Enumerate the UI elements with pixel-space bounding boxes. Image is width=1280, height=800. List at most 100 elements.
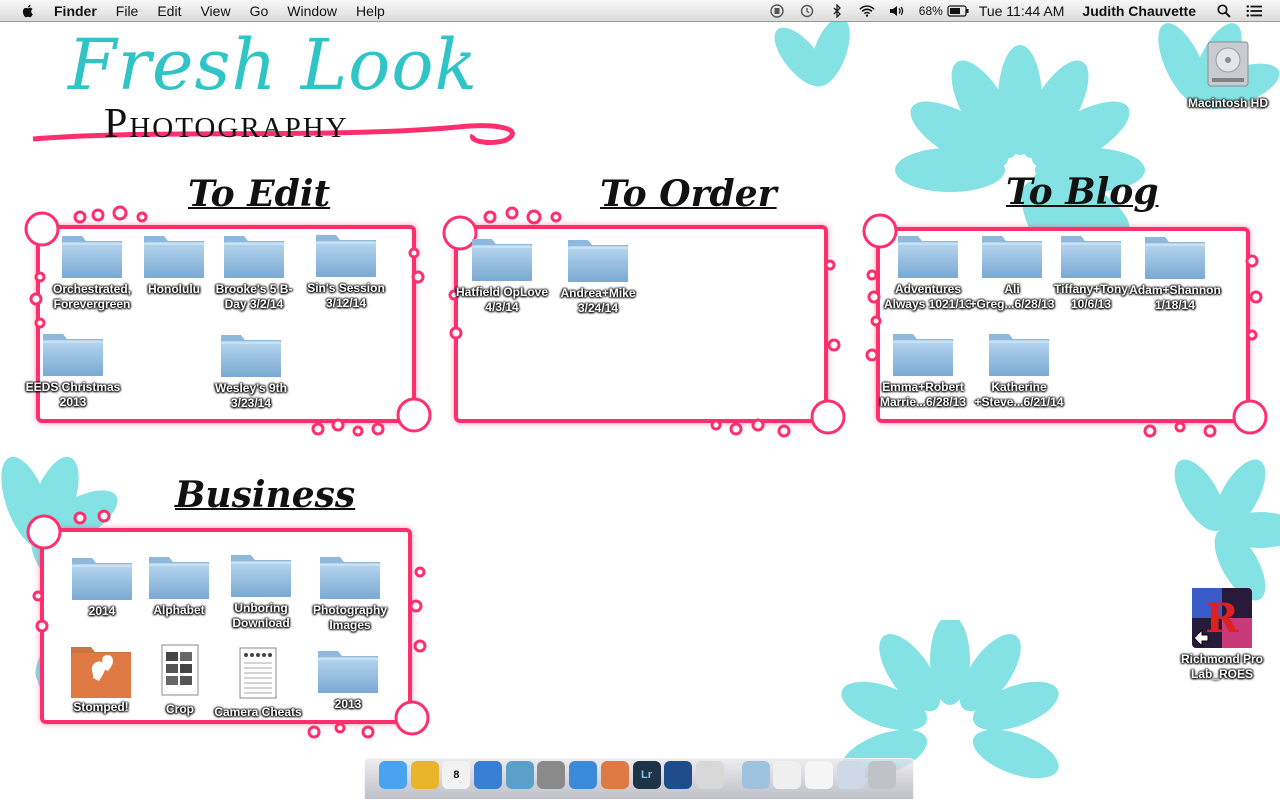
icon-label: Photography Images bbox=[313, 603, 387, 632]
icon-label: Sin's Session 3/12/14 bbox=[307, 281, 385, 310]
folder-2013[interactable]: 2013 bbox=[300, 643, 396, 712]
folder-icon bbox=[987, 326, 1051, 378]
chrome-icon[interactable] bbox=[410, 761, 439, 789]
folder-icon bbox=[316, 643, 380, 695]
folder-icon bbox=[980, 228, 1044, 280]
time-machine-icon[interactable] bbox=[799, 3, 815, 19]
folder-unboring-download[interactable]: Unboring Download bbox=[213, 547, 309, 631]
hard-drive-icon bbox=[1207, 41, 1249, 87]
icon-label: Brooke's 5 B- Day 3/2/14 bbox=[215, 282, 293, 311]
folder-icon bbox=[566, 232, 630, 284]
app-richmond-pro-lab-roes[interactable]: R Richmond Pro Lab_ROES bbox=[1174, 586, 1270, 682]
richmond-pro-lab-icon: R bbox=[1192, 588, 1252, 648]
folder-photography-images[interactable]: Photography Images bbox=[302, 549, 398, 633]
notification-center-icon[interactable] bbox=[1246, 3, 1262, 19]
fresh-look-logo: Fresh Look Photography bbox=[28, 24, 528, 154]
menu-window[interactable]: Window bbox=[287, 3, 337, 19]
stomped-icon[interactable] bbox=[600, 761, 629, 789]
document-camera-cheats[interactable]: Camera Cheats bbox=[210, 643, 306, 720]
lightroom-badge-text: Lr bbox=[641, 769, 652, 781]
clock[interactable]: Tue 11:44 AM bbox=[979, 3, 1065, 19]
finder-icon[interactable] bbox=[379, 761, 407, 789]
apple-menu-icon[interactable] bbox=[20, 3, 36, 19]
calendar-icon[interactable]: 8 bbox=[442, 761, 471, 789]
folder-emma-robert[interactable]: Emma+Robert Marrie...6/28/13 bbox=[875, 326, 971, 410]
folder-icon bbox=[147, 549, 211, 601]
folder-sins-session[interactable]: Sin's Session 3/12/14 bbox=[298, 227, 394, 311]
icon-label: 2013 bbox=[334, 697, 362, 711]
icon-label: Unboring Download bbox=[232, 601, 290, 630]
folder-tiffany-tony[interactable]: Tiffany+Tony 10/6/13 bbox=[1043, 228, 1139, 312]
folder-icon bbox=[70, 550, 134, 602]
icon-label: Adventures Always 1021/13 bbox=[883, 282, 973, 311]
folder-andrea-mike[interactable]: Andrea+Mike 3/24/14 bbox=[550, 232, 646, 316]
folder-icon bbox=[41, 326, 105, 378]
wifi-icon[interactable] bbox=[859, 3, 875, 19]
folder-icon bbox=[896, 228, 960, 280]
airplay-icon[interactable] bbox=[769, 3, 785, 19]
folder-icon bbox=[60, 228, 124, 280]
folder-wesleys-9th[interactable]: Wesley's 9th 3/23/14 bbox=[203, 327, 299, 411]
icon-label: Emma+Robert Marrie...6/28/13 bbox=[879, 380, 967, 409]
svg-text:R: R bbox=[1205, 595, 1239, 642]
folder-brookes-5-bday[interactable]: Brooke's 5 B- Day 3/2/14 bbox=[206, 228, 302, 312]
calendar-badge-text: 8 bbox=[453, 769, 460, 781]
folder-icon bbox=[1143, 229, 1207, 281]
folder-icon bbox=[1059, 228, 1123, 280]
folder-hatfield-oplove[interactable]: Hatfield OpLove 4/3/14 bbox=[454, 231, 550, 315]
folder-eeds-christmas[interactable]: EEDS Christmas 2013 bbox=[25, 326, 121, 410]
folder-icon bbox=[314, 227, 378, 279]
photo-app-icon[interactable] bbox=[664, 761, 693, 789]
lightroom-icon[interactable]: Lr bbox=[632, 761, 661, 789]
menu-edit[interactable]: Edit bbox=[157, 3, 181, 19]
icon-label: Macintosh HD bbox=[1187, 96, 1268, 110]
iphoto-icon[interactable] bbox=[505, 761, 534, 789]
folder-icon bbox=[470, 231, 534, 283]
icon-label: Richmond Pro Lab_ROES bbox=[1180, 652, 1263, 681]
folder-icon bbox=[142, 228, 206, 280]
document-icon bbox=[226, 643, 290, 703]
folder-icon bbox=[318, 549, 382, 601]
menu-help[interactable]: Help bbox=[356, 3, 385, 19]
preview-icon[interactable] bbox=[695, 761, 724, 789]
icon-label: Hatfield OpLove 4/3/14 bbox=[455, 285, 548, 314]
menu-go[interactable]: Go bbox=[250, 3, 269, 19]
drive-macintosh-hd[interactable]: Macintosh HD bbox=[1180, 34, 1276, 111]
spotlight-icon[interactable] bbox=[1216, 3, 1232, 19]
dock: 8 Lr bbox=[364, 758, 914, 800]
volume-icon[interactable] bbox=[889, 3, 905, 19]
icon-label: Camera Cheats bbox=[214, 705, 302, 719]
battery-icon[interactable] bbox=[947, 3, 969, 19]
itunes-icon[interactable] bbox=[474, 761, 503, 789]
icon-label: Andrea+Mike 3/24/14 bbox=[560, 286, 636, 315]
folder-adam-shannon[interactable]: Adam+Shannon 1/18/14 bbox=[1127, 229, 1223, 313]
menu-view[interactable]: View bbox=[200, 3, 230, 19]
file-stack-icon[interactable] bbox=[804, 761, 833, 789]
icon-label: EEDS Christmas 2013 bbox=[25, 380, 121, 409]
applications-folder-icon[interactable] bbox=[741, 761, 770, 789]
trash-icon[interactable] bbox=[868, 761, 897, 789]
documents-stack-icon[interactable] bbox=[773, 761, 802, 789]
icon-label: Tiffany+Tony 10/6/13 bbox=[1054, 282, 1128, 311]
folder-icon bbox=[222, 228, 286, 280]
bluetooth-icon[interactable] bbox=[829, 3, 845, 19]
icon-label: Wesley's 9th 3/23/14 bbox=[215, 381, 287, 410]
folder-katherine-steve[interactable]: Katherine +Steve...6/21/14 bbox=[971, 326, 1067, 410]
app-store-icon[interactable] bbox=[569, 761, 598, 789]
logo-sub-text: Photography bbox=[104, 101, 349, 147]
system-preferences-icon[interactable] bbox=[537, 761, 566, 789]
folder-icon bbox=[219, 327, 283, 379]
stomped-app-icon bbox=[71, 647, 131, 698]
user-name[interactable]: Judith Chauvette bbox=[1082, 3, 1196, 19]
menu-file[interactable]: File bbox=[116, 3, 139, 19]
downloads-stack-icon[interactable] bbox=[836, 761, 865, 789]
image-document-icon bbox=[148, 640, 212, 700]
menu-finder[interactable]: Finder bbox=[54, 3, 97, 19]
folder-icon bbox=[891, 326, 955, 378]
menu-bar: Finder File Edit View Go Window Help 68%… bbox=[0, 0, 1280, 22]
logo-script-text: Fresh Look bbox=[68, 24, 478, 106]
folder-adventures-always[interactable]: Adventures Always 1021/13 bbox=[880, 228, 976, 312]
battery-percent: 68% bbox=[918, 4, 943, 18]
icon-label: Adam+Shannon 1/18/14 bbox=[1129, 283, 1221, 312]
icon-label: Katherine +Steve...6/21/14 bbox=[974, 380, 1064, 409]
